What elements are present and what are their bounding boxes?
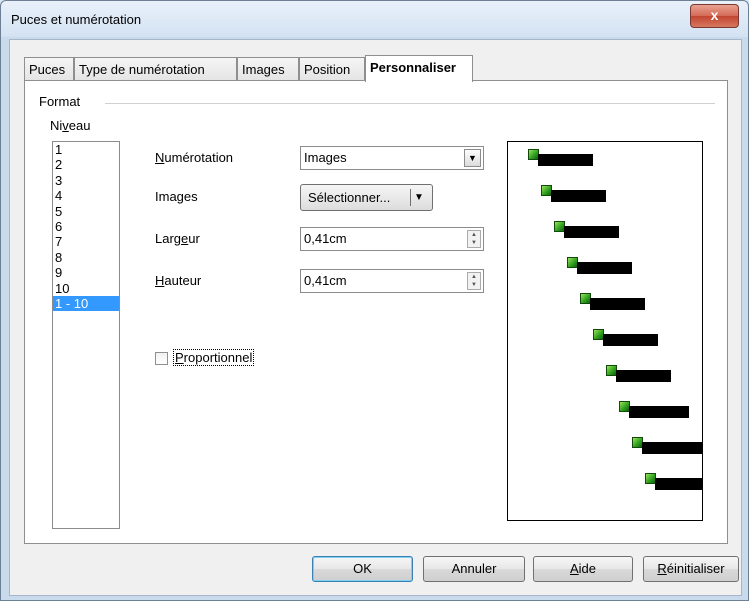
level-item[interactable]: 6 [53,219,119,234]
hauteur-label: Hauteur [155,273,202,288]
spin-down-icon[interactable]: ▼ [468,239,480,247]
hauteur-value: 0,41cm [304,273,347,288]
window-title: Puces et numérotation [11,12,142,27]
cancel-button[interactable]: Annuler [423,556,525,582]
close-button[interactable]: x [690,4,739,28]
largeur-value: 0,41cm [304,231,347,246]
format-group-label: Format [39,94,85,109]
niveau-label: Niveau [50,118,91,133]
level-item[interactable]: 2 [53,157,119,172]
tab-personnaliser[interactable]: Personnaliser [365,55,473,82]
preview-text-bar [655,478,702,490]
dropdown-arrow-icon[interactable]: ▼ [464,149,481,167]
bullet-preview [507,141,703,521]
proportionnel-label[interactable]: Proportionnel [173,349,255,366]
tab-images[interactable]: Images [237,57,299,81]
ok-button[interactable]: OK [312,556,413,582]
menu-button-separator [410,189,411,206]
close-icon: x [710,7,719,23]
level-item[interactable]: 3 [53,173,119,188]
level-item[interactable]: 4 [53,188,119,203]
level-item[interactable]: 8 [53,250,119,265]
level-listbox[interactable]: 1 2 3 4 5 6 7 8 9 10 1 - 10 [52,141,120,529]
level-item[interactable]: 5 [53,204,119,219]
preview-text-bar [629,406,689,418]
format-group-divider [105,103,715,104]
spin-up-icon[interactable]: ▲ [468,273,480,281]
hauteur-spin-buttons[interactable]: ▲ ▼ [467,272,481,290]
level-item[interactable]: 10 [53,281,119,296]
help-button[interactable]: Aide [533,556,633,582]
select-image-menu-button[interactable]: Sélectionner... ▼ [300,184,433,211]
level-item-selected[interactable]: 1 - 10 [53,295,119,312]
dropdown-arrow-icon: ▼ [414,192,424,203]
preview-text-bar [642,442,702,454]
largeur-spinfield[interactable]: 0,41cm ▲ ▼ [300,227,484,251]
level-item[interactable]: 1 [53,142,119,157]
largeur-label: Largeur [155,231,200,246]
preview-text-bar [551,190,606,202]
personnaliser-panel: Format Niveau 1 2 3 4 5 6 7 8 9 10 1 - 1… [24,80,728,544]
level-item[interactable]: 9 [53,265,119,280]
dialog-window: Puces et numérotation x Puces Type de nu… [0,0,749,601]
preview-text-bar [616,370,671,382]
images-label: Images [155,189,198,204]
select-image-button-label: Sélectionner... [308,190,391,205]
largeur-spin-buttons[interactable]: ▲ ▼ [467,230,481,248]
level-item[interactable]: 7 [53,234,119,249]
preview-text-bar [590,298,645,310]
numerotation-select-value: Images [304,150,347,165]
tab-type-de-numerotation[interactable]: Type de numérotation [74,57,237,81]
spin-up-icon[interactable]: ▲ [468,231,480,239]
preview-text-bar [538,154,593,166]
reset-button[interactable]: Réinitialiser [643,556,739,582]
preview-text-bar [577,262,632,274]
numerotation-select[interactable]: Images ▼ [300,146,484,170]
tab-puces[interactable]: Puces [24,57,74,81]
numerotation-label: Numérotation [155,150,234,165]
preview-text-bar [564,226,619,238]
preview-text-bar [603,334,658,346]
spin-down-icon[interactable]: ▼ [468,281,480,289]
tab-position[interactable]: Position [299,57,365,81]
proportionnel-checkbox[interactable] [155,352,168,365]
hauteur-spinfield[interactable]: 0,41cm ▲ ▼ [300,269,484,293]
dialog-client-area: Puces Type de numérotation Images Positi… [9,39,742,596]
title-bar[interactable]: Puces et numérotation x [1,1,748,39]
